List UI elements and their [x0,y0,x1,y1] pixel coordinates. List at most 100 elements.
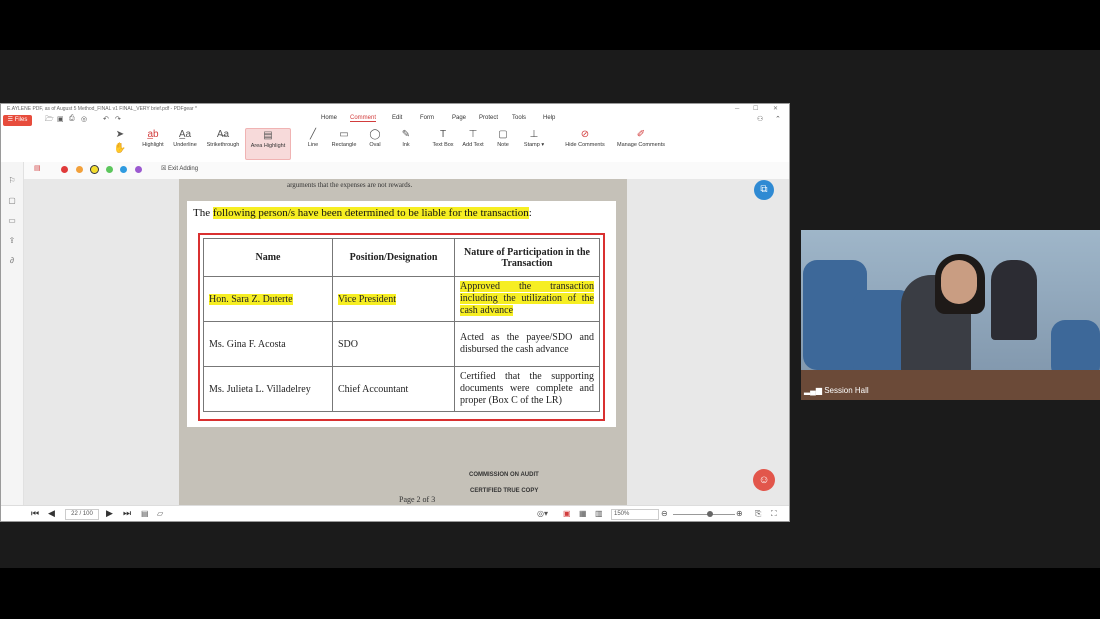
paperclip-icon[interactable]: ∂ [7,256,17,266]
video-caption: ▂▄▆ Session Hall [804,386,869,395]
open-icon[interactable]: 🗁 [45,115,54,126]
next-page-icon[interactable]: ▶ [106,508,113,519]
minimize-icon[interactable]: ─ [735,104,739,114]
highlight-icon: a̲b [147,129,159,140]
cursor-icon: ➤ [115,129,125,140]
collapse-ribbon-icon[interactable]: ⌃ [775,115,781,123]
letterbox-bottom [0,568,1100,619]
ai-assistant-button[interactable]: ☺ [753,469,775,491]
zoom-slider-knob[interactable] [707,511,713,517]
prev-page-icon[interactable]: ◀ [48,508,55,519]
cell-position: Vice President [332,276,455,322]
page-number: Page 2 of 3 [399,495,436,504]
select-tool[interactable]: ➤ ✋ [113,128,127,158]
hand-icon: ✋ [113,143,127,154]
translate-float-button[interactable]: ⧉ [754,180,774,200]
oval-icon: ◯ [369,129,381,140]
close-icon[interactable]: ✕ [773,104,778,114]
commission-stamp: COMMISSION ON AUDIT [469,472,539,478]
video-speaker-face [941,260,977,304]
print-icon[interactable]: ⎙ [69,115,75,123]
maximize-icon[interactable]: ☐ [753,104,758,114]
fullscreen-icon[interactable]: ⛶ [771,509,777,519]
save-icon[interactable]: ▣ [57,115,64,123]
zoom-out-icon[interactable]: ⊖ [661,509,668,518]
menu-tools[interactable]: Tools [512,115,526,121]
left-sidebar: ⚐ ▢ ▭ ⇪ ∂ [1,162,24,505]
letterbox-top [0,0,1100,50]
scroll-view-icon[interactable]: ▥ [595,509,603,518]
tool-hide-comments[interactable]: ⊘ Hide Comments [562,128,608,158]
share-icon[interactable]: ◎ [81,115,87,123]
tool-strikethrough[interactable]: A̶a Strikethrough [203,128,243,158]
tool-ink[interactable]: ✎ Ink [396,128,416,158]
table-header-row: Name Position/Designation Nature of Part… [203,238,600,277]
column-header-name: Name [203,238,333,277]
comments-icon[interactable]: ▭ [7,216,17,226]
menu-help[interactable]: Help [543,115,555,121]
zoom-input[interactable]: 150% [611,509,659,520]
page-number-input[interactable]: 22 / 100 [65,509,99,520]
single-page-icon[interactable]: ▤ [141,509,149,518]
fit-page-icon[interactable]: ▣ [563,509,571,518]
menu-page[interactable]: Page [452,115,466,121]
tool-highlight[interactable]: a̲b Highlight [138,128,168,158]
translate-icon: ⧉ [760,184,768,195]
zoom-in-icon[interactable]: ⊕ [736,509,743,518]
exit-adding-button[interactable]: ☒ Exit Adding [161,165,198,172]
tool-rectangle[interactable]: ▭ Rectangle [328,128,360,158]
menu-comment[interactable]: Comment [350,115,377,122]
stamp-icon: ⊥ [529,129,539,140]
menu-protect[interactable]: Protect [479,115,498,121]
tool-text-box[interactable]: T Text Box [429,128,457,158]
tool-add-text[interactable]: ⊤ Add Text [459,128,487,158]
color-orange[interactable] [76,166,83,173]
tool-oval[interactable]: ◯ Oval [365,128,385,158]
two-page-icon[interactable]: ▦ [579,509,587,518]
color-blue[interactable] [120,166,127,173]
rectangle-icon: ▭ [339,129,349,140]
hide-comments-icon: ⊘ [580,129,590,140]
color-purple[interactable] [135,166,142,173]
first-page-icon[interactable]: ⏮ [31,508,39,519]
page-top-line: arguments that the expenses are not rewa… [287,181,413,189]
certified-stamp: CERTIFIED TRUE COPY [470,488,539,494]
cell-name: Ms. Gina F. Acosta [203,321,333,367]
annotation-options-bar: ▤ ☒ Exit Adding [1,162,789,180]
menu-form[interactable]: Form [420,115,434,121]
menu-home[interactable]: Home [321,115,337,121]
comment-toolbar: ➤ ✋ a̲b Highlight A̲a Underline A̶a Striketh… [1,126,789,163]
liability-table-frame: Name Position/Designation Nature of Part… [198,233,605,421]
presentation-icon[interactable]: ⎘ [755,509,761,519]
undo-icon[interactable]: ↶ [103,115,109,123]
rotate-icon[interactable]: ▱ [157,509,163,518]
cell-name: Hon. Sara Z. Duterte [203,276,333,322]
thumbnails-icon[interactable]: ▢ [7,196,17,206]
zoom-slider[interactable] [673,514,735,515]
table-row: Ms. Julieta L. Villadelrey Chief Account… [203,366,600,412]
bookmark-icon[interactable]: ⚐ [7,176,17,186]
tool-stamp[interactable]: ⊥ Stamp ▾ [520,128,548,158]
color-green[interactable] [106,166,113,173]
view-mode-icon[interactable]: ◎▾ [537,509,548,518]
redo-icon[interactable]: ↷ [115,115,121,123]
files-button[interactable]: ☰ Files [3,115,32,126]
attachment-icon[interactable]: ⇪ [7,236,17,246]
tool-note[interactable]: ▢ Note [493,128,513,158]
window-title: E.AYLENE PDF, as of August 5 Method_FINA… [7,106,197,112]
cell-nature: Approved the transaction including the u… [454,276,600,322]
cell-position: Chief Accountant [332,366,455,412]
menu-bar: ☰ Files 🗁 ▣ ⎙ ◎ ↶ ↷ Home Comment Edit Fo… [1,114,789,126]
liability-table: Name Position/Designation Nature of Part… [203,238,600,412]
note-icon: ▢ [498,129,508,140]
tool-manage-comments[interactable]: ✐ Manage Comments [614,128,668,158]
column-header-position: Position/Designation [332,238,455,277]
color-red[interactable] [61,166,68,173]
tool-area-highlight[interactable]: ▤ Area Highlight [245,128,291,160]
last-page-icon[interactable]: ⏭ [123,508,131,519]
menu-edit[interactable]: Edit [392,115,402,121]
color-yellow[interactable] [90,165,99,174]
account-icon[interactable]: ⚇ [757,115,763,123]
tool-line[interactable]: ╱ Line [303,128,323,158]
tool-underline[interactable]: A̲a Underline [169,128,201,158]
